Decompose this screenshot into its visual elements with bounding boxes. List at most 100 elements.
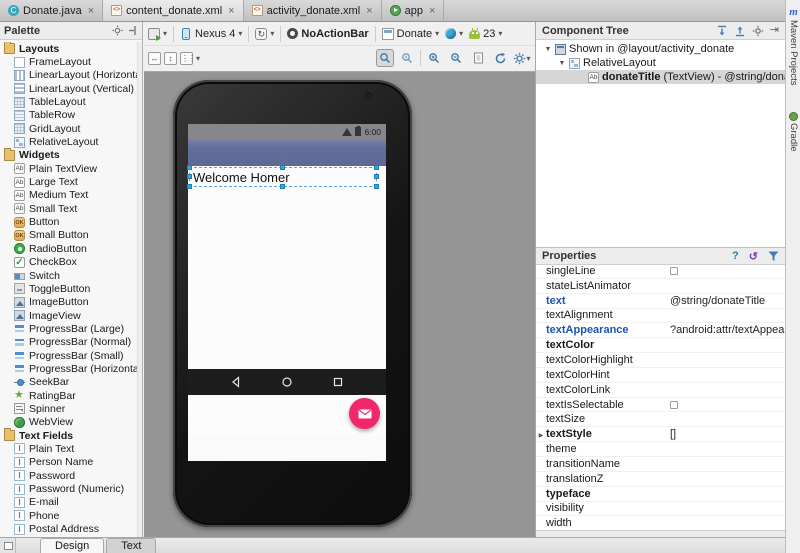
property-row[interactable]: transitionName bbox=[536, 457, 785, 472]
palette-item[interactable]: ToggleButton bbox=[0, 282, 137, 295]
close-icon[interactable]: × bbox=[88, 5, 94, 17]
activity-selector[interactable]: Donate ▾ bbox=[382, 28, 440, 40]
filter-icon[interactable] bbox=[768, 251, 779, 262]
hide-panel-icon[interactable] bbox=[128, 25, 138, 36]
selected-textview[interactable]: ↑ Welcome Homer bbox=[189, 167, 377, 187]
palette-item[interactable]: Medium Text bbox=[0, 189, 137, 202]
zoom-to-fit-button[interactable] bbox=[376, 49, 394, 67]
palette-item[interactable]: Plain TextView bbox=[0, 162, 137, 175]
preview-config-button[interactable]: ▾ bbox=[148, 28, 167, 40]
tab-donate-java[interactable]: Donate.java × bbox=[0, 0, 103, 21]
property-row[interactable]: textColorHint bbox=[536, 368, 785, 383]
tab-activity-donate-xml[interactable]: activity_donate.xml × bbox=[244, 0, 382, 21]
palette-item[interactable]: Widgets bbox=[0, 149, 137, 162]
property-row[interactable]: textIsSelectable bbox=[536, 398, 785, 413]
design-canvas[interactable]: 6:00 ↑ Welcome Homer bbox=[144, 72, 535, 537]
property-row[interactable]: textColor bbox=[536, 338, 785, 353]
tree-row-donatetitle[interactable]: donateTitle (TextView) - @string/donateT… bbox=[536, 70, 785, 84]
zoom-in-button[interactable] bbox=[425, 49, 443, 67]
resize-handle[interactable] bbox=[374, 174, 379, 179]
palette-item[interactable]: RelativeLayout bbox=[0, 135, 137, 148]
undo-icon[interactable]: ↺ bbox=[749, 250, 758, 263]
gear-icon[interactable] bbox=[112, 25, 123, 36]
property-row[interactable]: theme bbox=[536, 442, 785, 457]
chevron-down-icon[interactable]: ▼ bbox=[558, 60, 566, 67]
wrap-content-icon[interactable] bbox=[164, 52, 177, 65]
property-checkbox[interactable] bbox=[670, 267, 678, 275]
property-row[interactable]: textAppearance ?android:attr/textAppeara… bbox=[536, 323, 785, 338]
resize-handle[interactable] bbox=[374, 184, 379, 189]
property-value[interactable]: [] bbox=[664, 428, 785, 440]
tree-row-relativelayout[interactable]: ▼ RelativeLayout bbox=[536, 56, 785, 70]
palette-item[interactable]: TableRow bbox=[0, 109, 137, 122]
close-icon[interactable]: × bbox=[366, 5, 372, 17]
property-value[interactable]: @string/donateTitle bbox=[664, 295, 785, 307]
toolwindow-corner-icon[interactable] bbox=[0, 538, 16, 553]
resize-handle[interactable] bbox=[187, 184, 192, 189]
palette-item[interactable]: E-mail bbox=[0, 496, 137, 509]
tab-design[interactable]: Design bbox=[40, 538, 104, 553]
palette-item[interactable]: Spinner bbox=[0, 402, 137, 415]
property-row[interactable]: textColorHighlight bbox=[536, 353, 785, 368]
theme-selector[interactable]: NoActionBar bbox=[287, 28, 368, 40]
palette-item[interactable]: Text Fields bbox=[0, 429, 137, 442]
palette-item[interactable]: FrameLayout bbox=[0, 55, 137, 68]
chevron-down-icon[interactable]: ▼ bbox=[544, 46, 552, 53]
match-parent-icon[interactable] bbox=[148, 52, 161, 65]
palette-item[interactable]: Switch bbox=[0, 269, 137, 282]
resize-handle[interactable] bbox=[374, 165, 379, 170]
property-row[interactable]: stateListAnimator bbox=[536, 279, 785, 294]
email-fab-button[interactable] bbox=[349, 398, 380, 429]
gradle-toolbutton[interactable]: Gradle bbox=[786, 112, 800, 152]
refresh-button[interactable] bbox=[491, 49, 509, 67]
palette-item[interactable]: ImageButton bbox=[0, 296, 137, 309]
palette-item[interactable]: LinearLayout (Horizontal) bbox=[0, 69, 137, 82]
property-row[interactable]: text @string/donateTitle bbox=[536, 294, 785, 309]
preview-file-button[interactable] bbox=[469, 49, 487, 67]
property-row[interactable]: typeface bbox=[536, 487, 785, 502]
property-row[interactable]: translationZ bbox=[536, 472, 785, 487]
palette-item[interactable]: Password bbox=[0, 469, 137, 482]
palette-item[interactable]: Phone bbox=[0, 509, 137, 522]
palette-item[interactable]: Plain Text bbox=[0, 442, 137, 455]
close-icon[interactable]: × bbox=[429, 5, 435, 17]
property-row[interactable]: textColorLink bbox=[536, 383, 785, 398]
resize-handle[interactable] bbox=[280, 184, 285, 189]
palette-item[interactable]: Postal Address bbox=[0, 522, 137, 535]
palette-item[interactable]: TableLayout bbox=[0, 95, 137, 108]
gear-icon[interactable] bbox=[752, 25, 764, 37]
palette-item[interactable]: GridLayout bbox=[0, 122, 137, 135]
orientation-selector[interactable]: ▾ bbox=[255, 28, 274, 40]
designer-settings-button[interactable]: ▾ bbox=[513, 49, 531, 67]
resize-handle[interactable] bbox=[187, 165, 192, 170]
resize-handle[interactable] bbox=[280, 165, 285, 170]
api-version-selector[interactable]: 23 ▾ bbox=[469, 28, 502, 40]
palette-item[interactable]: WebView bbox=[0, 416, 137, 429]
property-row[interactable]: textSize bbox=[536, 412, 785, 427]
grid-mode-icon[interactable] bbox=[180, 52, 193, 65]
maven-projects-toolbutton[interactable]: m Maven Projects bbox=[786, 6, 800, 85]
palette-item[interactable]: RatingBar bbox=[0, 389, 137, 402]
close-icon[interactable]: × bbox=[228, 5, 234, 17]
device-selector[interactable]: Nexus 4 ▾ bbox=[180, 28, 242, 40]
palette-item[interactable]: Small Text bbox=[0, 202, 137, 215]
palette-item[interactable]: ProgressBar (Large) bbox=[0, 322, 137, 335]
palette-item[interactable]: Button bbox=[0, 215, 137, 228]
palette-item[interactable]: ProgressBar (Small) bbox=[0, 349, 137, 362]
nav-recents-icon[interactable] bbox=[332, 376, 344, 388]
nav-back-icon[interactable] bbox=[230, 376, 242, 388]
palette-item[interactable]: CheckBox bbox=[0, 256, 137, 269]
palette-item[interactable]: LinearLayout (Vertical) bbox=[0, 82, 137, 95]
help-icon[interactable]: ? bbox=[732, 250, 739, 262]
nav-home-icon[interactable] bbox=[281, 376, 293, 388]
palette-item[interactable]: ProgressBar (Horizontal) bbox=[0, 362, 137, 375]
palette-item[interactable]: RadioButton bbox=[0, 242, 137, 255]
palette-item[interactable]: ProgressBar (Normal) bbox=[0, 336, 137, 349]
zoom-actual-size-button[interactable] bbox=[398, 49, 416, 67]
palette-item[interactable]: ImageView bbox=[0, 309, 137, 322]
property-value[interactable]: ?android:attr/textAppearance bbox=[664, 324, 785, 336]
hide-panel-icon[interactable]: ⇥ bbox=[770, 25, 779, 36]
property-row[interactable]: singleLine bbox=[536, 264, 785, 279]
property-row[interactable]: textAlignment bbox=[536, 309, 785, 324]
palette-scrollbar[interactable] bbox=[137, 42, 142, 537]
